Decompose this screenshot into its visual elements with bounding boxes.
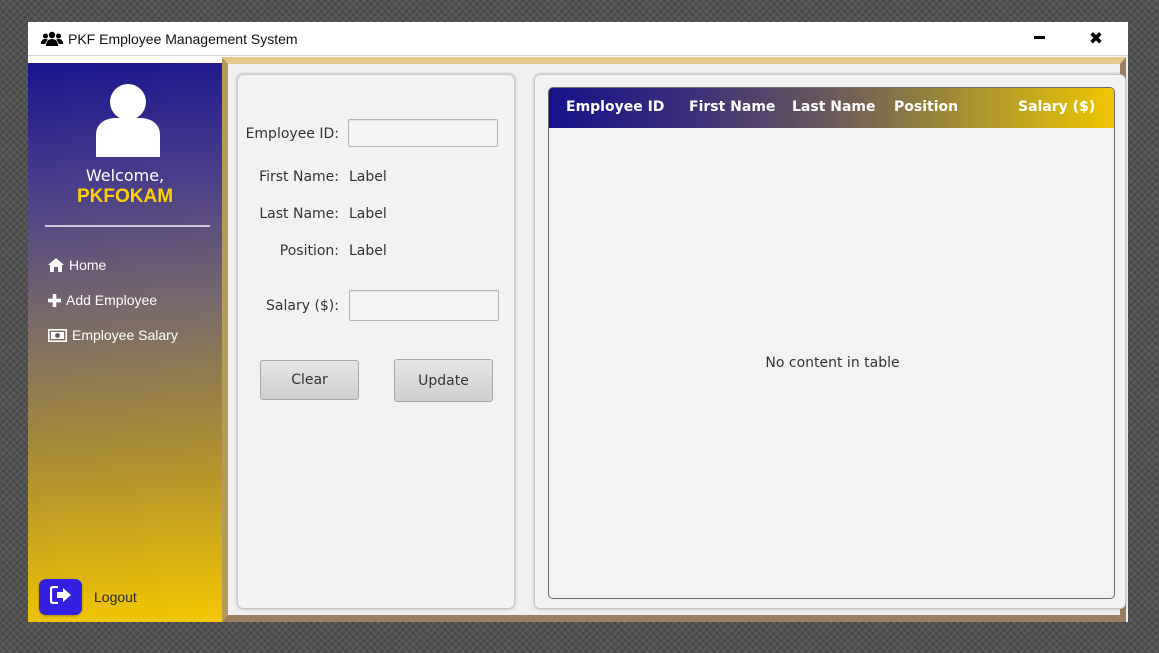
- close-button[interactable]: ✖: [1083, 26, 1109, 52]
- column-header-last-name[interactable]: Last Name: [792, 99, 876, 115]
- last-name-label: Last Name:: [259, 206, 339, 222]
- employee-table[interactable]: Employee ID First Name Last Name Positio…: [548, 87, 1115, 599]
- update-button[interactable]: Update: [394, 359, 493, 402]
- table-header: Employee ID First Name Last Name Positio…: [549, 88, 1114, 128]
- column-header-first-name[interactable]: First Name: [689, 99, 775, 115]
- salary-input[interactable]: [349, 290, 499, 321]
- users-icon: [41, 31, 63, 47]
- logout-label[interactable]: Logout: [94, 589, 137, 605]
- first-name-value: Label: [349, 169, 387, 185]
- title-bar[interactable]: PKF Employee Management System ✖: [28, 22, 1128, 56]
- position-value: Label: [349, 243, 387, 259]
- sidebar-item-label: Home: [69, 257, 107, 273]
- user-avatar-icon: [94, 83, 162, 161]
- sidebar-item-label: Add Employee: [66, 292, 158, 308]
- welcome-text: Welcome,: [85, 166, 165, 185]
- plus-icon: [48, 293, 61, 307]
- salary-label: Salary ($):: [266, 298, 339, 314]
- money-icon: [48, 328, 67, 342]
- username: PKFOKAM: [76, 186, 174, 207]
- column-header-employee-id[interactable]: Employee ID: [566, 99, 664, 115]
- sidebar-divider: [45, 225, 210, 227]
- sidebar-item-add-employee[interactable]: Add Employee: [48, 289, 157, 311]
- employee-id-input[interactable]: [348, 119, 498, 147]
- employee-id-label: Employee ID:: [245, 126, 339, 142]
- sidebar-item-label: Employee Salary: [72, 327, 178, 343]
- sidebar-item-home[interactable]: Home: [48, 254, 106, 276]
- logout-button[interactable]: [39, 579, 82, 615]
- minimize-button[interactable]: [1026, 26, 1052, 52]
- position-label: Position:: [279, 243, 339, 259]
- table-placeholder: No content in table: [765, 355, 900, 371]
- employee-form-panel: Employee ID: First Name: Label Last Name…: [237, 74, 515, 609]
- last-name-value: Label: [349, 206, 387, 222]
- home-icon: [48, 258, 64, 272]
- app-window: PKF Employee Management System ✖ Welcome…: [28, 22, 1128, 622]
- main-content: Employee ID: First Name: Label Last Name…: [222, 57, 1128, 622]
- clear-button[interactable]: Clear: [260, 360, 359, 400]
- sign-out-icon: [49, 585, 72, 608]
- column-header-salary[interactable]: Salary ($): [1018, 99, 1095, 115]
- window-title: PKF Employee Management System: [68, 31, 298, 47]
- sidebar-item-employee-salary[interactable]: Employee Salary: [48, 324, 178, 346]
- column-header-position[interactable]: Position: [894, 99, 958, 115]
- minimize-icon: [1033, 35, 1045, 39]
- employee-table-panel: Employee ID First Name Last Name Positio…: [534, 74, 1126, 609]
- first-name-label: First Name:: [259, 169, 339, 185]
- sidebar: Welcome, PKFOKAM Home Add Employee Emplo…: [28, 63, 222, 622]
